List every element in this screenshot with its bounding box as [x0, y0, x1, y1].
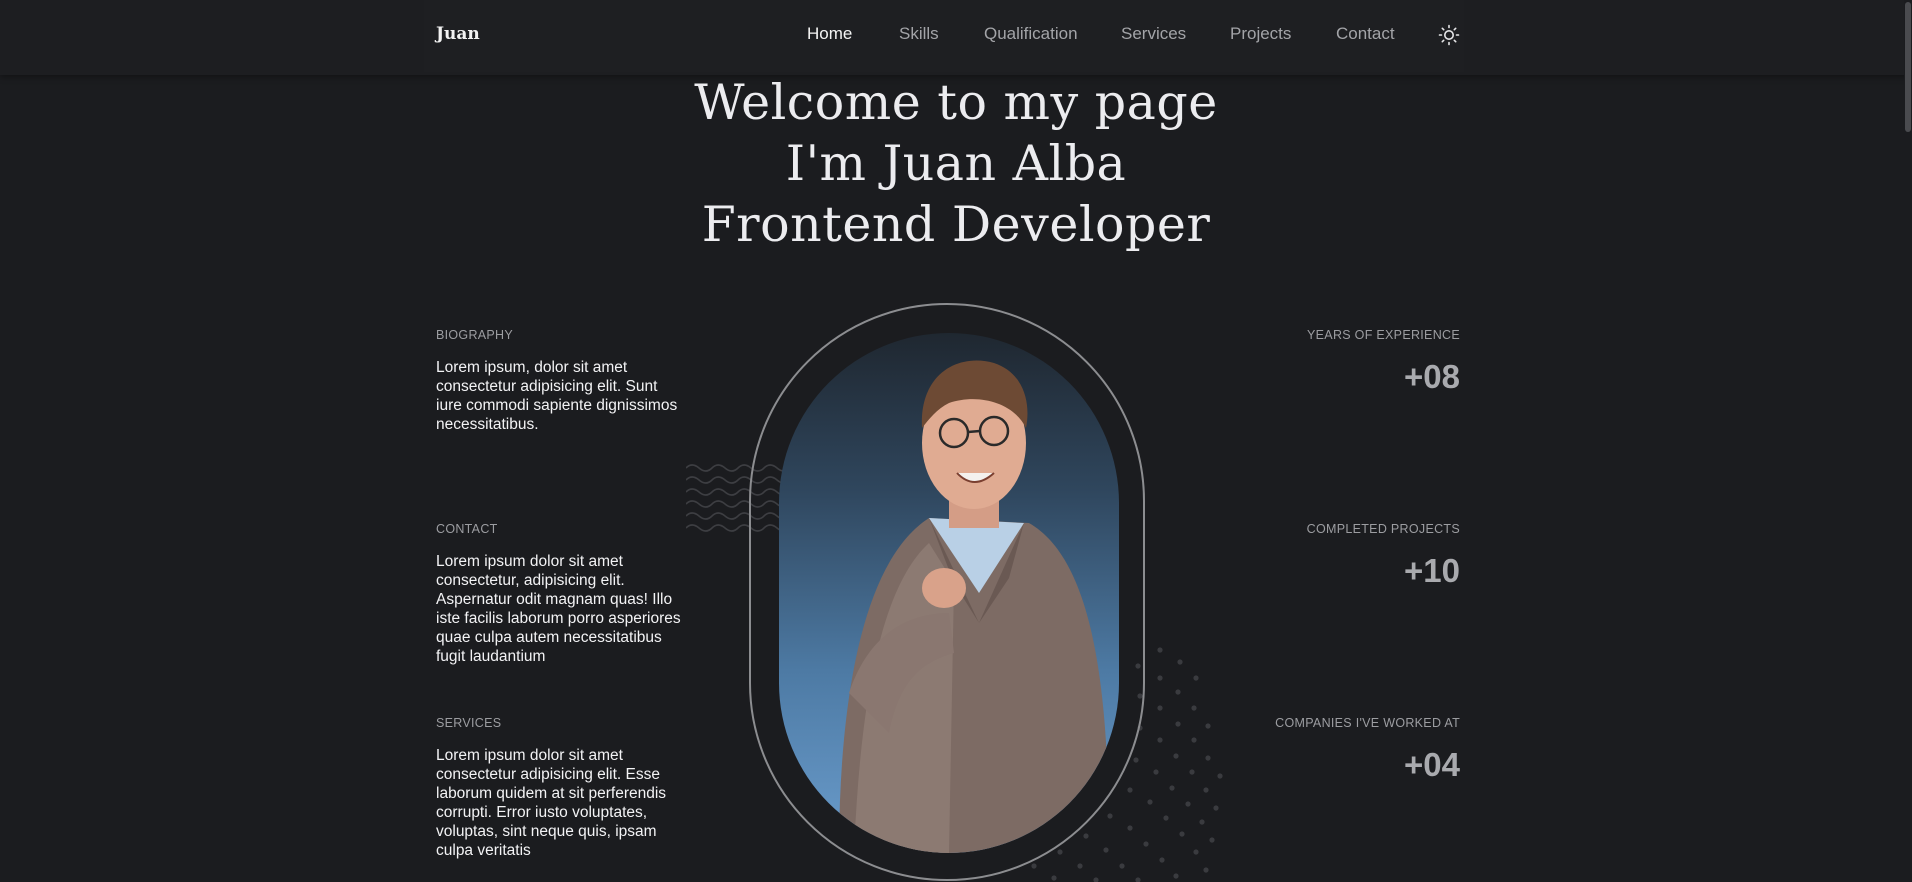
nav-home[interactable]: Home: [807, 24, 852, 44]
sun-icon: [1438, 24, 1460, 46]
theme-toggle-button[interactable]: [1438, 24, 1460, 46]
nav-qualification[interactable]: Qualification: [984, 24, 1078, 44]
page: Juan Home Skills Qualification Services …: [0, 0, 1912, 882]
hero-line-role: Frontend Developer: [701, 196, 1211, 253]
completed-projects-value: +10: [1404, 552, 1460, 589]
site-logo[interactable]: Juan: [436, 24, 480, 44]
scrollbar[interactable]: [1904, 0, 1912, 882]
biography-label: BIOGRAPHY: [436, 328, 514, 342]
profile-photo: [779, 333, 1119, 853]
companies-label: COMPANIES I'VE WORKED AT: [1275, 716, 1460, 730]
years-experience-label: YEARS OF EXPERIENCE: [1307, 328, 1460, 342]
scrollbar-thumb[interactable]: [1905, 2, 1911, 132]
companies-value: +04: [1404, 746, 1460, 783]
completed-projects-label: COMPLETED PROJECTS: [1306, 522, 1460, 536]
years-experience-value: +08: [1404, 358, 1460, 395]
contact-text: Lorem ipsum dolor sit amet consectetur, …: [436, 553, 681, 665]
nav-services[interactable]: Services: [1121, 24, 1186, 44]
hero-line-name: I'm Juan Alba: [785, 135, 1127, 192]
services-text: Lorem ipsum dolor sit amet consectetur a…: [436, 747, 667, 859]
nav-projects[interactable]: Projects: [1230, 24, 1291, 44]
nav-contact[interactable]: Contact: [1336, 24, 1395, 44]
person-illustration: [839, 360, 1109, 853]
hero-title: Welcome to my page I'm Juan Alba Fronten…: [556, 72, 1356, 255]
header-bar: [424, 0, 1464, 72]
biography-text: Lorem ipsum, dolor sit amet consectetur …: [436, 359, 678, 433]
services-label: SERVICES: [436, 716, 502, 730]
nav-skills[interactable]: Skills: [899, 24, 939, 44]
contact-label: CONTACT: [436, 522, 498, 536]
hero-line-welcome: Welcome to my page: [694, 74, 1218, 131]
